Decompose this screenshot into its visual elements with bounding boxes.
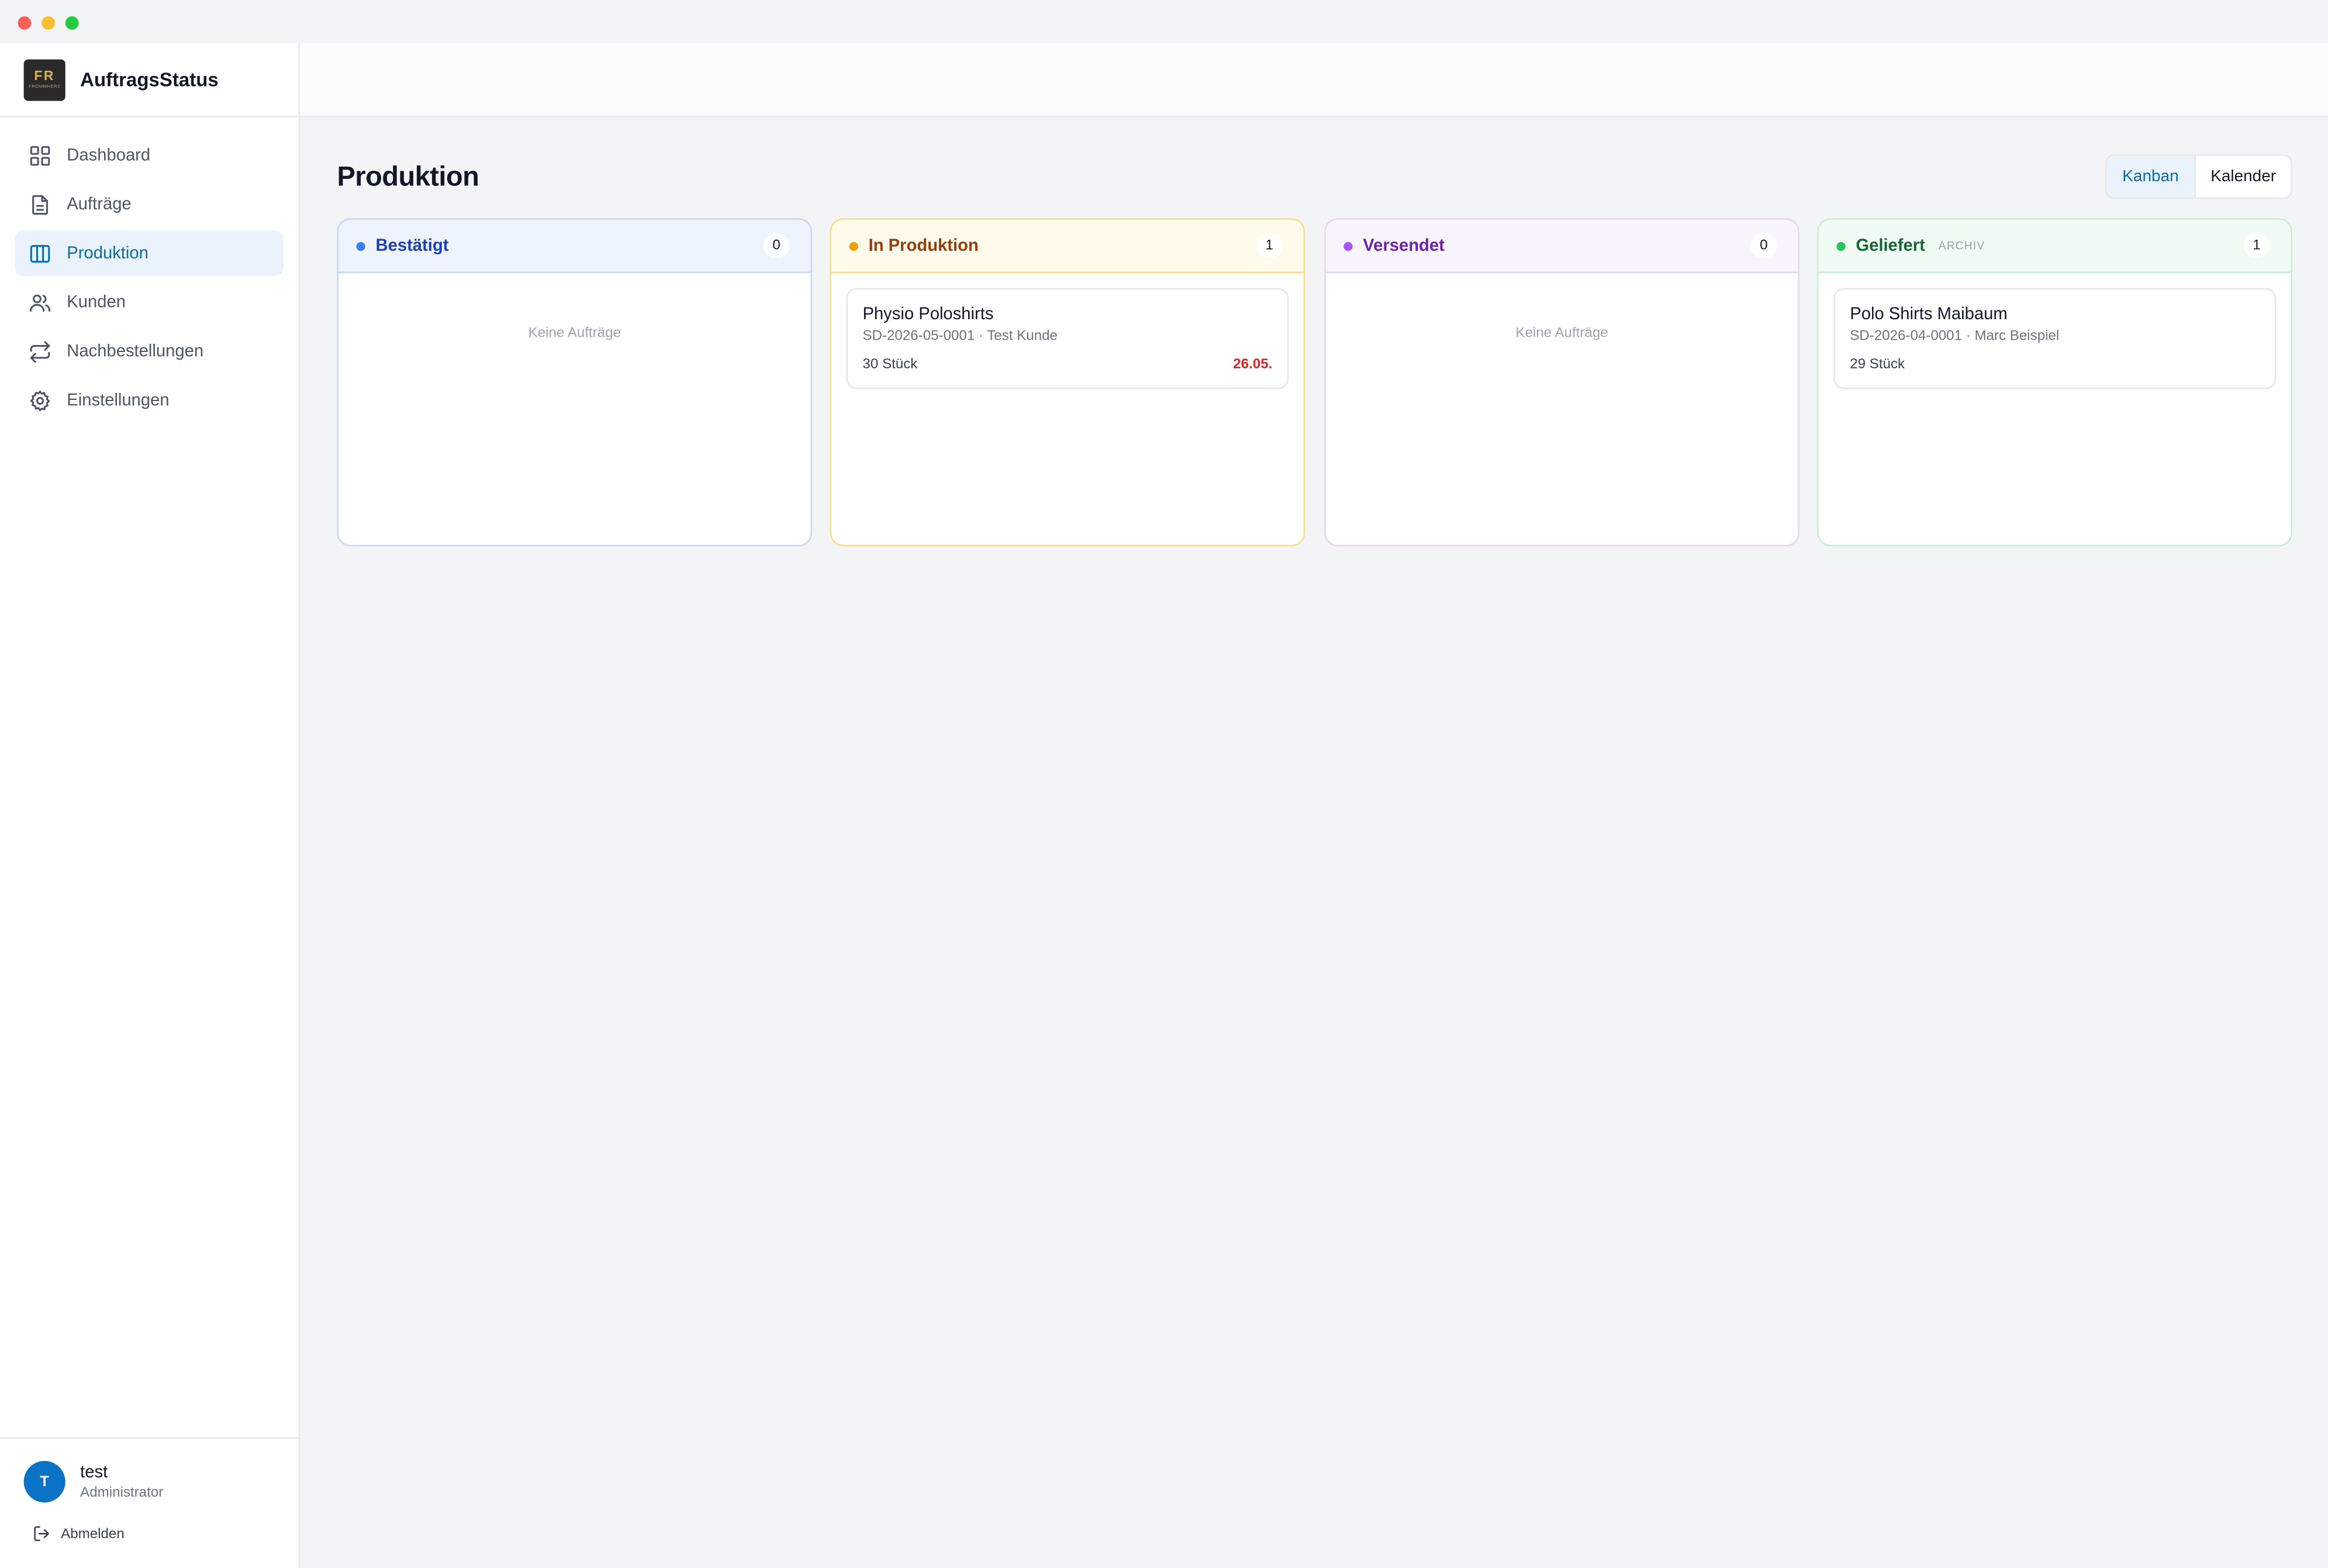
order-title: Polo Shirts Maibaum bbox=[1850, 306, 2008, 324]
logout-icon bbox=[34, 1526, 49, 1542]
window-titlebar bbox=[0, 0, 2328, 43]
column-title: Bestätigt bbox=[375, 237, 449, 255]
order-meta: SD-2026-05-0001 · Test Kunde bbox=[862, 328, 1058, 345]
user-role: Administrator bbox=[80, 1484, 164, 1501]
status-dot bbox=[1343, 241, 1353, 250]
column-header: Bestätigt 0 bbox=[339, 219, 811, 274]
column-header: In Produktion 1 bbox=[831, 219, 1304, 274]
status-dot bbox=[849, 241, 858, 250]
order-meta: SD-2026-04-0001 · Marc Beispiel bbox=[1850, 328, 2060, 345]
columns-icon bbox=[30, 244, 50, 263]
user-info: T test Administrator bbox=[23, 1460, 164, 1503]
order-title: Physio Poloshirts bbox=[862, 306, 994, 324]
app-name: AuftragsStatus bbox=[80, 68, 219, 91]
status-dot bbox=[1836, 241, 1846, 250]
document-icon bbox=[32, 194, 48, 214]
sidebar-item-label: Nachbestellungen bbox=[67, 342, 204, 360]
sidebar-item-dashboard[interactable]: Dashboard bbox=[15, 132, 284, 178]
column-count-badge: 1 bbox=[2243, 233, 2270, 258]
sidebar-item-einstellungen[interactable]: Einstellungen bbox=[15, 377, 284, 423]
column-title: In Produktion bbox=[868, 237, 979, 255]
close-window-button[interactable] bbox=[18, 16, 32, 30]
gear-icon bbox=[30, 389, 50, 411]
app-logo: FR FROMMHERZ bbox=[23, 58, 65, 101]
sidebar-item-kunden[interactable]: Kunden bbox=[15, 279, 284, 325]
order-quantity: 29 Stück bbox=[1850, 356, 1905, 373]
order-card[interactable]: Polo Shirts Maibaum SD-2026-04-0001 · Ma… bbox=[1833, 288, 2277, 389]
brand: FR FROMMHERZ AuftragsStatus bbox=[0, 43, 299, 118]
order-quantity: 30 Stück bbox=[862, 356, 918, 373]
column-count-badge: 0 bbox=[763, 233, 790, 258]
sidebar-item-auftraege[interactable]: Aufträge bbox=[15, 181, 284, 227]
sidebar-item-label: Aufträge bbox=[67, 195, 132, 213]
sidebar-item-label: Einstellungen bbox=[67, 391, 170, 409]
sidebar-item-label: Kunden bbox=[67, 293, 126, 312]
sidebar-nav: Dashboard Aufträge Produktion Kunden Nac… bbox=[0, 118, 298, 423]
order-due-date: 26.05. bbox=[1233, 356, 1273, 373]
calendar-view-button[interactable]: Kalender bbox=[2196, 156, 2291, 198]
kanban-view-button[interactable]: Kanban bbox=[2106, 156, 2196, 198]
sidebar: FR FROMMHERZ AuftragsStatus Dashboard Au… bbox=[0, 43, 300, 1568]
column-header: Geliefert ARCHIV 1 bbox=[1818, 219, 2291, 274]
logout-button[interactable]: Abmelden bbox=[33, 1525, 125, 1542]
kanban-column-geliefert: Geliefert ARCHIV 1 Polo Shirts Maibaum S… bbox=[1817, 218, 2292, 547]
sidebar-item-produktion[interactable]: Produktion bbox=[15, 230, 284, 277]
kanban-column-bestaetigt: Bestätigt 0 Keine Aufträge bbox=[337, 218, 813, 547]
sidebar-item-label: Dashboard bbox=[67, 146, 151, 164]
status-dot bbox=[356, 241, 365, 250]
kanban-column-in-produktion: In Produktion 1 Physio Poloshirts SD-202… bbox=[830, 218, 1305, 547]
view-toggle: Kanban Kalender bbox=[2105, 154, 2292, 199]
sidebar-item-label: Produktion bbox=[67, 244, 148, 263]
maximize-window-button[interactable] bbox=[65, 16, 79, 30]
app-window: FR FROMMHERZ AuftragsStatus Dashboard Au… bbox=[0, 0, 2328, 1568]
page-title: Produktion bbox=[337, 160, 479, 192]
archive-tag: ARCHIV bbox=[1938, 239, 1985, 253]
kanban-column-versendet: Versendet 0 Keine Aufträge bbox=[1324, 218, 1799, 547]
empty-state: Keine Aufträge bbox=[1515, 325, 1608, 342]
user-name: test bbox=[80, 1463, 108, 1481]
order-card[interactable]: Physio Poloshirts SD-2026-05-0001 · Test… bbox=[846, 288, 1289, 389]
users-icon bbox=[29, 293, 51, 311]
sidebar-item-nachbestellungen[interactable]: Nachbestellungen bbox=[15, 328, 284, 374]
minimize-window-button[interactable] bbox=[42, 16, 55, 30]
column-count-badge: 0 bbox=[1750, 233, 1777, 258]
column-count-badge: 1 bbox=[1256, 233, 1283, 258]
grid-icon bbox=[30, 145, 50, 165]
column-title: Geliefert bbox=[1856, 237, 1925, 255]
user-panel: T test Administrator Abmelden bbox=[0, 1437, 299, 1567]
repeat-icon bbox=[30, 340, 50, 362]
column-title: Versendet bbox=[1363, 237, 1445, 255]
empty-state: Keine Aufträge bbox=[528, 325, 621, 342]
top-bar bbox=[299, 43, 2328, 118]
avatar: T bbox=[23, 1460, 65, 1503]
column-header: Versendet 0 bbox=[1325, 219, 1798, 274]
logout-label: Abmelden bbox=[61, 1525, 125, 1542]
